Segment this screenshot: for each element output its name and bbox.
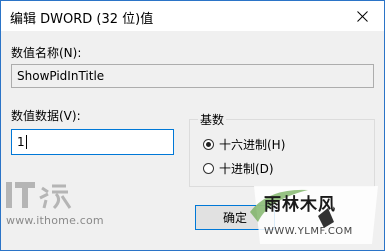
radio-decimal-circle[interactable] bbox=[203, 163, 214, 174]
radio-hex-circle[interactable] bbox=[203, 139, 214, 150]
radio-decimal-label: 十进制(D) bbox=[219, 162, 274, 176]
value-name-text: ShowPidInTitle bbox=[17, 69, 105, 83]
radio-hex[interactable]: 十六进制(H) bbox=[203, 136, 285, 153]
radio-hex-label: 十六进制(H) bbox=[219, 138, 286, 152]
dialog-title: 编辑 DWORD (32 位)值 bbox=[10, 12, 154, 27]
ylmf-watermark: 雨林木风 WWW.YLMF.COM bbox=[248, 182, 384, 250]
ylmf-site-name: 雨林木风 bbox=[264, 195, 336, 215]
close-icon bbox=[356, 10, 368, 22]
value-data-input[interactable]: 1 bbox=[11, 129, 174, 155]
close-button[interactable] bbox=[340, 1, 384, 31]
value-data-label: 数值数据(V): bbox=[11, 109, 81, 123]
value-name-field[interactable]: ShowPidInTitle bbox=[11, 64, 374, 88]
value-data-text: 1 bbox=[17, 135, 25, 149]
ylmf-site-url: WWW.YLMF.COM bbox=[264, 226, 353, 237]
radio-decimal[interactable]: 十进制(D) bbox=[203, 160, 274, 177]
text-caret bbox=[25, 135, 27, 149]
ithome-watermark bbox=[6, 180, 74, 212]
radio-selected-dot bbox=[206, 142, 211, 147]
ithome-logo-icon bbox=[6, 182, 72, 210]
base-groupbox: 基数 十六进制(H) 十进制(D) bbox=[189, 111, 375, 187]
ithome-url: www.ithome.com bbox=[6, 214, 104, 227]
title-bar[interactable]: 编辑 DWORD (32 位)值 bbox=[1, 1, 384, 31]
value-name-label: 数值名称(N): bbox=[11, 46, 82, 60]
base-group-title: 基数 bbox=[198, 111, 227, 128]
